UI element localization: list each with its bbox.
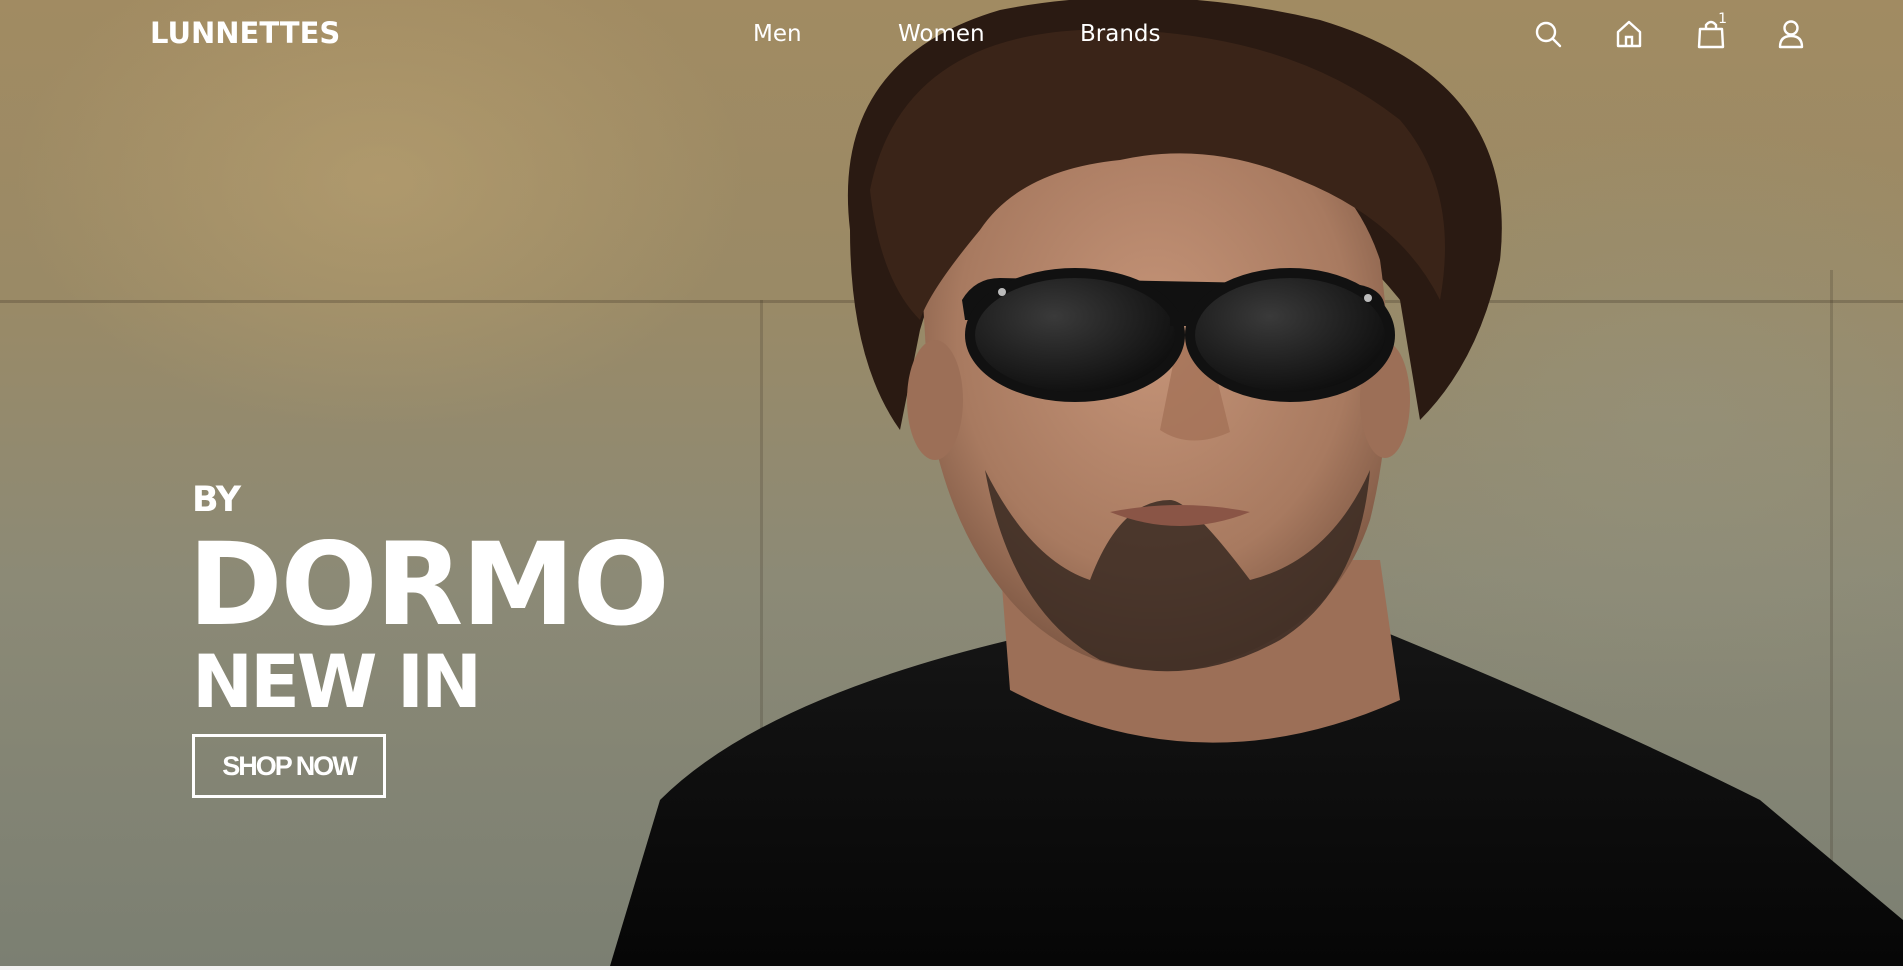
hero-tagline: NEW IN (192, 640, 482, 725)
model-portrait-image (610, 0, 1903, 966)
shop-now-button[interactable]: SHOP NOW (192, 734, 386, 798)
hero-banner (0, 0, 1903, 966)
nav-link-women[interactable]: Women (898, 21, 985, 47)
user-icon[interactable] (1773, 16, 1809, 52)
shopping-bag-icon[interactable]: 1 (1693, 11, 1729, 52)
page-bottom-edge (0, 966, 1903, 970)
nav-link-brands[interactable]: Brands (1080, 21, 1161, 47)
cart-count-badge: 1 (1718, 11, 1727, 27)
hero-eyebrow: BY (192, 480, 241, 520)
top-navigation: LUNNETTES Men Women Brands 1 (0, 0, 1903, 70)
hero-brand-title: DORMO (188, 518, 670, 651)
home-icon[interactable] (1611, 16, 1647, 52)
site-logo[interactable]: LUNNETTES (150, 16, 340, 50)
nav-link-men[interactable]: Men (753, 21, 802, 47)
search-icon[interactable] (1530, 16, 1566, 52)
